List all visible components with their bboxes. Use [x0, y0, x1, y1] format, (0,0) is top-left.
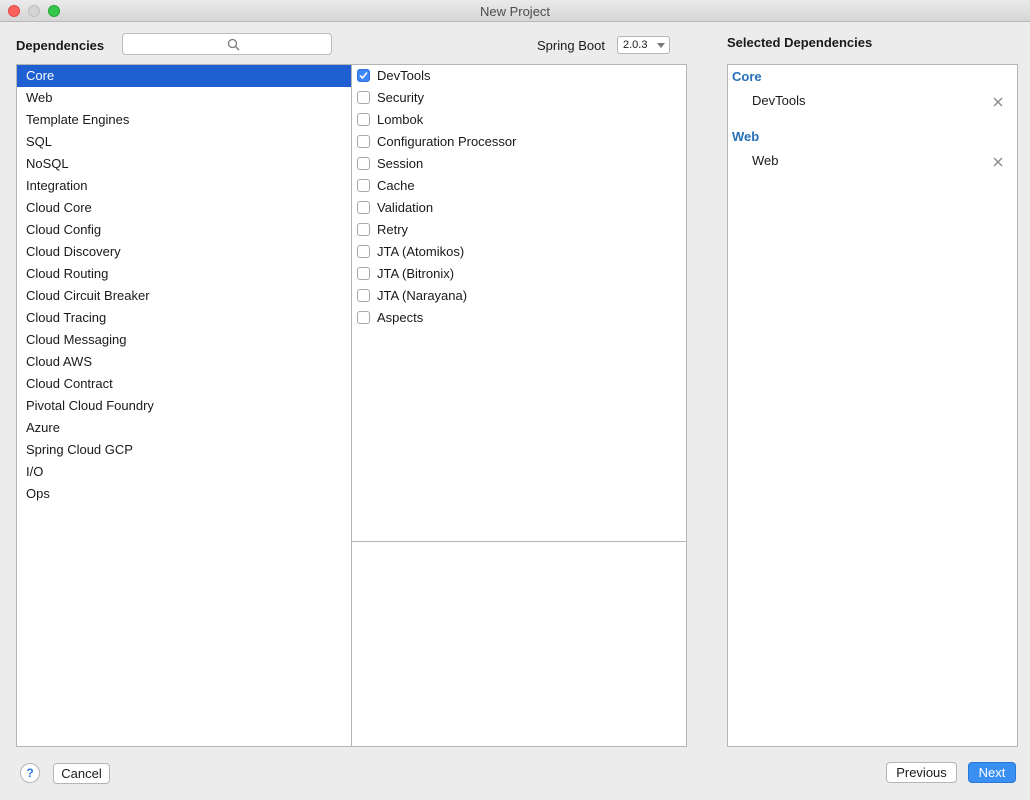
previous-button[interactable]: Previous [886, 762, 957, 783]
dependency-checkbox[interactable] [357, 311, 370, 324]
selected-group-title: Web [732, 129, 760, 144]
dependency-label: Retry [377, 222, 409, 237]
category-item[interactable]: Cloud Contract [17, 373, 351, 395]
selected-dependency-item: DevTools [752, 93, 806, 108]
dependency-item[interactable]: Validation [352, 197, 686, 219]
dependency-checkbox[interactable] [357, 289, 370, 302]
dependency-label: Aspects [377, 310, 424, 325]
category-item[interactable]: Cloud Discovery [17, 241, 351, 263]
category-item[interactable]: Cloud Core [17, 197, 351, 219]
category-item[interactable]: Cloud Messaging [17, 329, 351, 351]
dependency-checkbox[interactable] [357, 201, 370, 214]
window-title: New Project [479, 4, 551, 19]
category-item[interactable]: Web [17, 87, 351, 109]
dependency-item[interactable]: JTA (Atomikos) [352, 241, 686, 263]
category-item[interactable]: Cloud Circuit Breaker [17, 285, 351, 307]
dependency-checkbox[interactable] [357, 91, 370, 104]
category-item[interactable]: Integration [17, 175, 351, 197]
dependency-item[interactable]: JTA (Narayana) [352, 285, 686, 307]
category-item[interactable]: Cloud Tracing [17, 307, 351, 329]
cancel-button[interactable]: Cancel [53, 763, 110, 784]
category-list: Core Web Template Engines SQL NoSQL Integrati… [16, 64, 352, 747]
search-icon [227, 38, 240, 51]
dependency-checkbox[interactable] [357, 223, 370, 236]
dependency-item[interactable]: JTA (Bitronix) [352, 263, 686, 285]
spring-boot-version-select[interactable]: 2.0.3 [617, 36, 670, 54]
dependency-label: JTA (Narayana) [377, 288, 468, 303]
title-bar: New Project [0, 0, 1030, 22]
dependency-label: Cache [377, 178, 415, 193]
dependency-label: Validation [377, 200, 434, 215]
dependency-checkbox[interactable] [357, 135, 370, 148]
help-button[interactable]: ? [20, 763, 40, 783]
remove-dependency-icon[interactable] [992, 156, 1004, 168]
spring-boot-label: Spring Boot [537, 38, 605, 53]
next-button[interactable]: Next [968, 762, 1016, 783]
category-item[interactable]: Cloud AWS [17, 351, 351, 373]
dependency-label: DevTools [377, 68, 431, 83]
dependency-checkbox[interactable] [357, 157, 370, 170]
dependency-label: Security [377, 90, 424, 105]
dependency-checkbox[interactable] [357, 113, 370, 126]
dependency-item[interactable]: Security [352, 87, 686, 109]
dependency-item[interactable]: DevTools [352, 65, 686, 87]
dependency-label: Configuration Processor [377, 134, 517, 149]
category-item[interactable]: Cloud Routing [17, 263, 351, 285]
dependency-checkbox[interactable] [357, 179, 370, 192]
category-item[interactable]: SQL [17, 131, 351, 153]
category-item[interactable]: Spring Cloud GCP [17, 439, 351, 461]
dependency-item[interactable]: Configuration Processor [352, 131, 686, 153]
dependency-label: JTA (Atomikos) [377, 244, 465, 259]
dependency-list: DevTools Security Lombok Configuration Proc… [351, 64, 687, 542]
category-item[interactable]: Cloud Config [17, 219, 351, 241]
dependency-description-pane [351, 541, 687, 747]
category-item[interactable]: Pivotal Cloud Foundry [17, 395, 351, 417]
chevron-down-icon [657, 43, 665, 48]
dependencies-label: Dependencies [16, 38, 105, 53]
selected-group-title: Core [732, 69, 762, 84]
category-item[interactable]: I/O [17, 461, 351, 483]
dependency-checkbox[interactable] [357, 69, 370, 82]
selected-dependency-item: Web [752, 153, 779, 168]
dependency-checkbox[interactable] [357, 267, 370, 280]
category-item[interactable]: Core [17, 65, 351, 87]
dependency-label: Lombok [377, 112, 424, 127]
dependency-label: JTA (Bitronix) [377, 266, 455, 281]
spring-boot-version-value: 2.0.3 [623, 39, 648, 51]
dependency-item[interactable]: Session [352, 153, 686, 175]
remove-dependency-icon[interactable] [992, 96, 1004, 108]
dependency-item[interactable]: Lombok [352, 109, 686, 131]
selected-dependencies-title: Selected Dependencies [727, 35, 873, 50]
dependency-label: Session [377, 156, 424, 171]
search-input[interactable] [122, 33, 332, 55]
category-item[interactable]: Azure [17, 417, 351, 439]
category-item[interactable]: Template Engines [17, 109, 351, 131]
dependency-item[interactable]: Cache [352, 175, 686, 197]
category-item[interactable]: NoSQL [17, 153, 351, 175]
dependency-item[interactable]: Aspects [352, 307, 686, 329]
checkmark-icon [359, 71, 368, 80]
dependency-item[interactable]: Retry [352, 219, 686, 241]
dependency-checkbox[interactable] [357, 245, 370, 258]
category-item[interactable]: Ops [17, 483, 351, 505]
selected-dependencies-panel: Core DevTools Web Web [727, 64, 1018, 747]
